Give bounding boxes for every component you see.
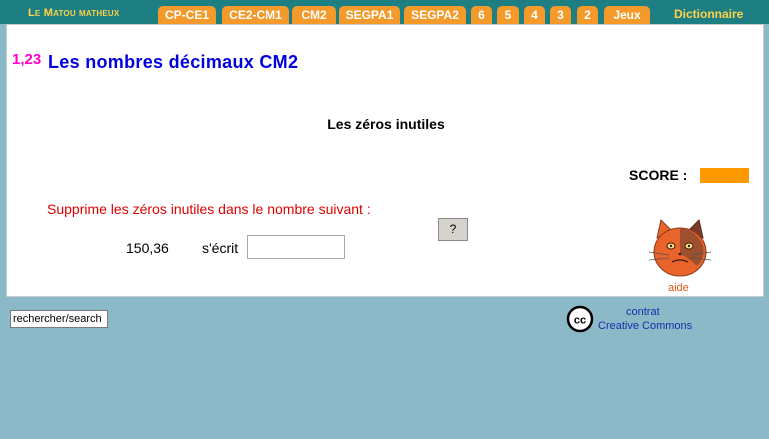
license-link-line1[interactable]: contrat	[626, 306, 660, 318]
tab-cm2[interactable]: CM2	[292, 6, 336, 24]
hint-button[interactable]: ?	[438, 218, 468, 241]
answer-input[interactable]	[247, 235, 345, 259]
top-navigation-bar: Le Matou matheux CP-CE1 CE2-CM1 CM2 SEGP…	[0, 0, 769, 24]
dictionary-link[interactable]: Dictionnaire	[674, 7, 743, 21]
page-title: Les nombres décimaux CM2	[48, 52, 299, 72]
writes-as-label: s'écrit	[202, 240, 239, 256]
score-label: SCORE :	[629, 167, 688, 183]
creative-commons-icon[interactable]: cc	[566, 305, 594, 338]
tab-3[interactable]: 3	[550, 6, 571, 24]
tab-5[interactable]: 5	[497, 6, 519, 24]
license-link-line2[interactable]: Creative Commons	[598, 320, 692, 332]
tab-4[interactable]: 4	[524, 6, 545, 24]
tab-segpa2[interactable]: SEGPA2	[404, 6, 466, 24]
tab-jeux[interactable]: Jeux	[604, 6, 650, 24]
tab-2[interactable]: 2	[577, 6, 598, 24]
help-label[interactable]: aide	[668, 282, 689, 294]
search-input[interactable]	[10, 310, 108, 328]
exercise-panel: 1,23 Les nombres décimaux CM2 Les zéros …	[6, 24, 764, 297]
tab-segpa1[interactable]: SEGPA1	[339, 6, 400, 24]
tab-ce2-cm1[interactable]: CE2-CM1	[222, 6, 289, 24]
exercise-subtitle: Les zéros inutiles	[327, 116, 445, 132]
given-number: 150,36	[126, 240, 169, 256]
score-bar	[700, 168, 749, 183]
brand-link[interactable]: Le Matou matheux	[28, 7, 119, 19]
decimal-logo: 1,23	[12, 51, 42, 68]
tab-cp-ce1[interactable]: CP-CE1	[158, 6, 216, 24]
cc-icon-text: cc	[574, 315, 586, 327]
tab-6[interactable]: 6	[471, 6, 492, 24]
help-cat-button[interactable]	[645, 218, 715, 285]
cat-icon	[648, 219, 712, 277]
instruction-text: Supprime les zéros inutiles dans le nomb…	[47, 201, 371, 217]
